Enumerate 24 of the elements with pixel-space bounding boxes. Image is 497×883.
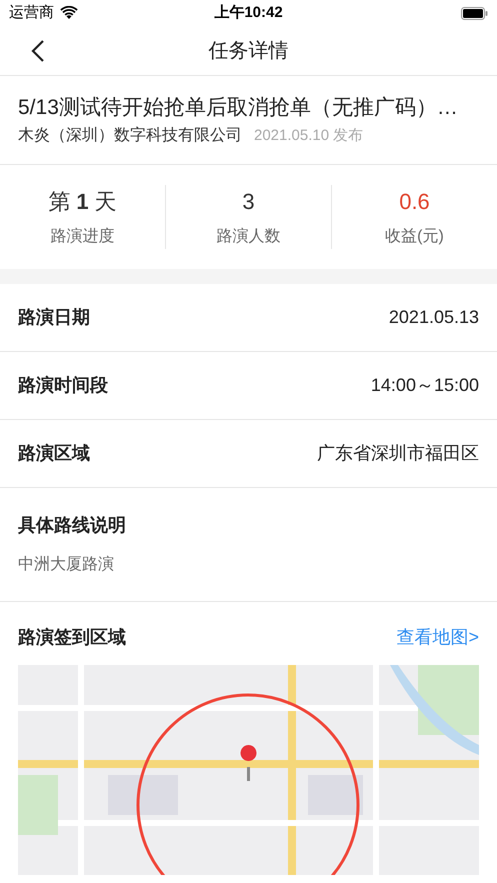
checkin-label: 路演签到区域 <box>18 626 126 649</box>
page-title: 任务详情 <box>208 38 288 64</box>
stat-label: 路演人数 <box>216 226 280 247</box>
battery-icon <box>461 6 488 20</box>
company-name: 木炎（深圳）数字科技有限公司 <box>18 126 242 146</box>
stat-label: 路演进度 <box>50 226 114 247</box>
detail-label: 路演区域 <box>18 442 90 465</box>
detail-value: 14:00～15:00 <box>370 374 479 397</box>
carrier-name: 运营商 <box>9 2 54 23</box>
stat-value: 3 <box>242 188 255 216</box>
route-description: 中洲大厦路演 <box>18 554 115 575</box>
detail-value: 2021.05.13 <box>388 306 479 329</box>
detail-label: 路演日期 <box>18 306 90 329</box>
detail-value: 广东省深圳市福田区 <box>317 442 479 465</box>
publish-date: 2021.05.10 发布 <box>254 126 364 146</box>
stat-value: 第 1 天 <box>48 188 117 216</box>
status-time: 上午10:42 <box>214 2 283 23</box>
route-label: 具体路线说明 <box>18 514 127 537</box>
wifi-icon <box>60 6 78 20</box>
stat-label: 收益(元) <box>385 227 444 247</box>
task-title: 5/13测试待开始抢单后取消抢单（无推广码）… <box>18 95 459 121</box>
detail-label: 路演时间段 <box>18 374 108 397</box>
view-map-link[interactable]: 查看地图> <box>396 624 479 651</box>
stat-value: 0.6 <box>399 188 430 216</box>
